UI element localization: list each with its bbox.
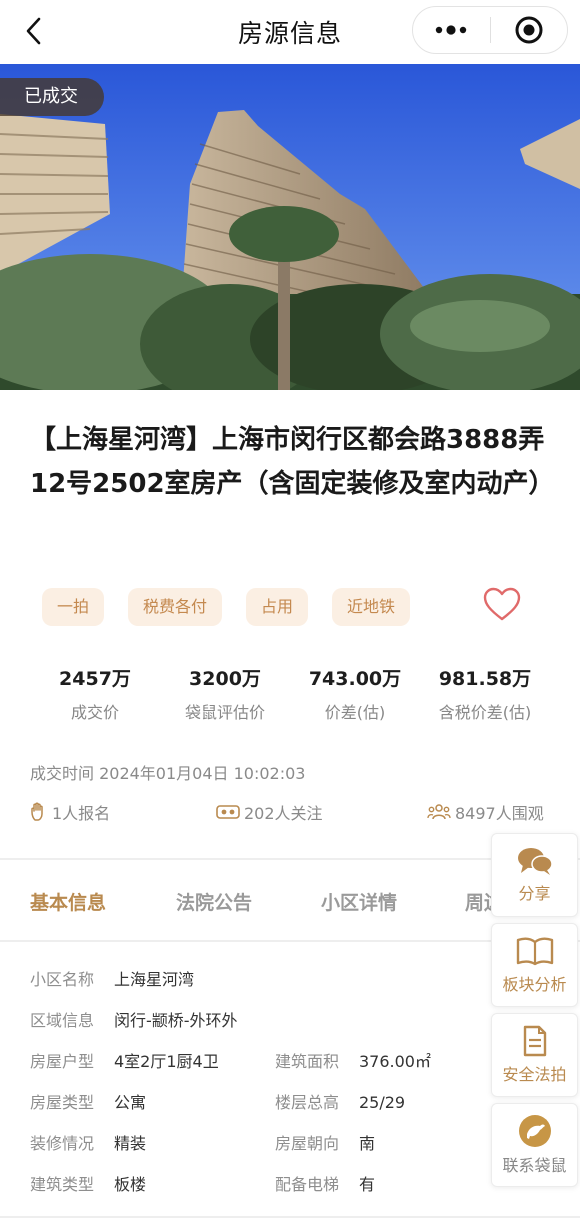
info-orientation: 房屋朝向南 (275, 1130, 375, 1154)
stat-value: 981.58万 (438, 668, 532, 690)
stat-deal-price: 2457万 成交价 (30, 664, 160, 723)
deal-time: 成交时间 2024年01月04日 10:02:03 (30, 764, 306, 783)
info-key: 区域信息 (30, 1011, 95, 1030)
tag-tax: 税费各付 (128, 588, 223, 626)
info-key: 小区名称 (30, 970, 95, 989)
more-button[interactable] (413, 7, 490, 53)
watcher-count: 8497人围观 (427, 800, 544, 824)
info-key: 装修情况 (30, 1134, 95, 1153)
sold-badge: 已成交 (0, 78, 104, 116)
info-region: 区域信息 闵行-颛桥-外环外 (30, 1007, 238, 1031)
block-analysis-button[interactable]: 板块分析 (491, 923, 578, 1007)
info-elevator: 配备电梯有 (275, 1171, 375, 1195)
info-community: 小区名称 上海星河湾 (30, 966, 194, 990)
tab-court-notice[interactable]: 法院公告 (176, 888, 252, 915)
tab-community-details[interactable]: 小区详情 (321, 888, 397, 915)
stat-value: 743.00万 (308, 668, 402, 690)
info-value: 4室2厅1厨4卫 (114, 1052, 219, 1071)
miniprogram-capsule (412, 6, 568, 54)
info-decoration: 装修情况 精装 (30, 1130, 146, 1154)
close-miniprogram-button[interactable] (491, 7, 568, 53)
tag-first-auction: 一拍 (42, 588, 105, 626)
follow-count-text: 202人关注 (244, 804, 323, 823)
stat-label: 袋鼠评估价 (184, 703, 265, 722)
info-floors: 楼层总高 25/29 (275, 1089, 405, 1113)
stat-price-gap: 743.00万 价差(估) (290, 664, 420, 723)
info-key: 建筑类型 (30, 1175, 95, 1194)
property-photo[interactable]: 已成交 (0, 64, 580, 390)
hand-icon (31, 802, 43, 821)
info-key: 房屋类型 (30, 1093, 95, 1112)
price-stats: 2457万 成交价 3200万 袋鼠评估价 743.00万 价差(估) 981.… (30, 664, 550, 723)
safe-auction-button[interactable]: 安全法拍 (491, 1013, 578, 1097)
info-building-type: 建筑类型 板楼 (30, 1171, 146, 1195)
info-key: 楼层总高 (275, 1093, 340, 1112)
info-value: 376.00㎡ (359, 1052, 431, 1071)
info-value: 精装 (114, 1134, 147, 1153)
navbar: 房源信息 (0, 0, 580, 62)
people-icon (427, 804, 451, 820)
info-value: 上海星河湾 (114, 970, 195, 989)
stat-value: 2457万 (59, 668, 131, 690)
info-value: 板楼 (114, 1175, 147, 1194)
document-icon (523, 1025, 546, 1057)
watcher-count-text: 8497人围观 (455, 804, 544, 823)
signup-count-text: 1人报名 (52, 804, 111, 823)
tag-list: 一拍 税费各付 占用 近地铁 (42, 588, 411, 626)
tab-basic-info[interactable]: 基本信息 (30, 888, 106, 915)
engagement-counts: 1人报名 202人关注 8497人围观 (30, 800, 550, 826)
target-close-icon (515, 16, 543, 44)
block-analysis-label: 板块分析 (502, 975, 567, 994)
info-house-type: 房屋类型 公寓 (30, 1089, 146, 1113)
heart-icon (483, 587, 521, 621)
more-dots-icon (436, 25, 467, 35)
share-label: 分享 (518, 884, 551, 903)
stat-label: 成交价 (70, 703, 119, 722)
signup-count: 1人报名 (30, 800, 110, 824)
stat-taxed-gap: 981.58万 含税价差(估) (420, 664, 550, 723)
open-book-icon (516, 937, 553, 966)
stat-label: 含税价差(估) (438, 703, 532, 722)
info-value: 公寓 (114, 1093, 147, 1112)
stat-valuation: 3200万 袋鼠评估价 (160, 664, 290, 723)
tag-near-subway: 近地铁 (332, 588, 411, 626)
chat-bubbles-icon (517, 848, 553, 875)
contact-label: 联系袋鼠 (502, 1156, 567, 1175)
info-value: 南 (359, 1134, 376, 1153)
info-layout: 房屋户型 4室2厅1厨4卫 (30, 1048, 219, 1072)
stat-value: 3200万 (189, 668, 261, 690)
info-key: 房屋朝向 (275, 1134, 340, 1153)
vr-glasses-icon (216, 805, 240, 819)
follow-count: 202人关注 (216, 800, 323, 824)
contact-button[interactable]: 联系袋鼠 (491, 1103, 578, 1187)
info-value: 有 (359, 1175, 376, 1194)
tag-occupied: 占用 (246, 588, 309, 626)
info-area: 建筑面积 376.00㎡ (275, 1048, 431, 1072)
safe-auction-label: 安全法拍 (502, 1065, 567, 1084)
info-value: 闵行-颛桥-外环外 (114, 1011, 238, 1030)
info-key: 建筑面积 (275, 1052, 340, 1071)
share-button[interactable]: 分享 (491, 833, 578, 917)
favorite-button[interactable] (482, 585, 522, 625)
info-key: 房屋户型 (30, 1052, 95, 1071)
listing-title: 【上海星河湾】上海市闵行区都会路3888弄12号2502室房产（含固定装修及室内… (30, 425, 555, 499)
stat-label: 价差(估) (324, 703, 386, 722)
info-key: 配备电梯 (275, 1175, 340, 1194)
bottom-divider (0, 1216, 580, 1218)
info-value: 25/29 (359, 1093, 406, 1112)
kangaroo-logo-icon (518, 1115, 551, 1147)
